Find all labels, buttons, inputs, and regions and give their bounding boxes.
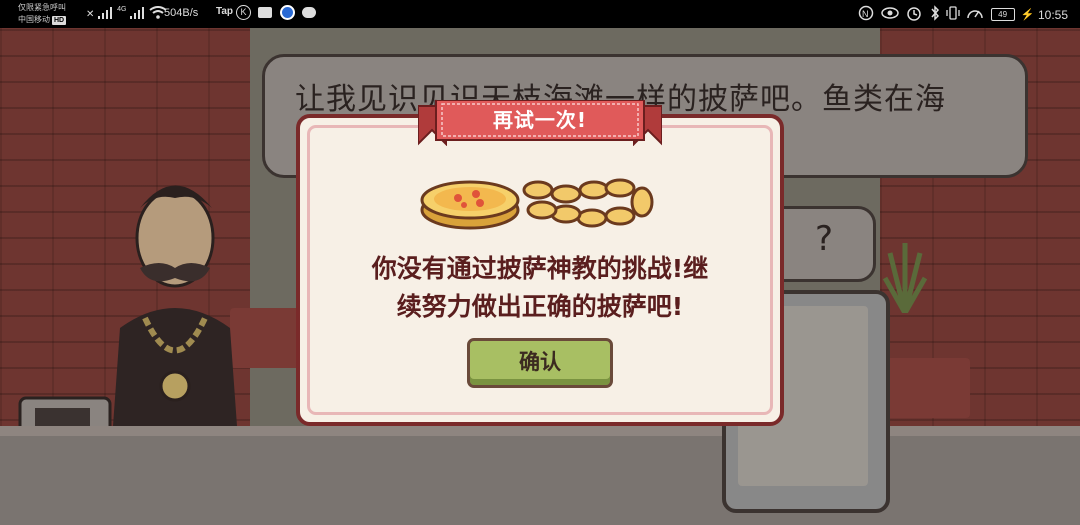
svg-text:N: N — [862, 9, 869, 19]
dialog-title: 再试一次! — [492, 108, 588, 132]
counter — [0, 436, 1080, 525]
title-ribbon: 再试一次! — [418, 100, 662, 146]
gauge-icon — [966, 5, 984, 24]
k-icon: K — [236, 5, 251, 21]
carrier-line2: 中国移动 — [18, 15, 50, 24]
signal-icon — [97, 6, 114, 22]
carrier-line1: 仅限紧急呼叫 — [18, 3, 66, 12]
dialog-message: 你没有通过披萨神教的挑战!继 续努力做出正确的披萨吧! — [330, 250, 750, 326]
bluetooth-icon — [930, 5, 940, 24]
mail-icon — [258, 7, 273, 19]
confirm-button[interactable]: 确认 — [467, 338, 613, 388]
alarm-icon — [906, 5, 922, 24]
wechat-icon — [302, 7, 317, 19]
signal-icon — [129, 6, 146, 22]
status-bar: 仅限紧急呼叫 中国移动 HD ✕ 4G 504B/s Tap K N 49 ⚡ 1… — [0, 0, 1080, 28]
dialog-message-line1: 你没有通过披萨神教的挑战!继 — [371, 254, 709, 283]
no-sim-icon: ✕ — [86, 8, 95, 20]
vibrate-icon — [946, 5, 960, 24]
battery-icon: 49 — [990, 8, 1015, 21]
coin-chain-icon — [420, 178, 654, 230]
tap-icon: Tap — [216, 6, 234, 17]
network-speed: 504B/s — [164, 7, 199, 19]
dialog-message-line2: 续努力做出正确的披萨吧! — [396, 292, 684, 321]
clock: 10:55 — [1037, 7, 1068, 22]
carrier-info: 仅限紧急呼叫 中国移动 HD — [18, 2, 88, 26]
hd-badge: HD — [52, 16, 67, 25]
nfc-icon: N — [858, 5, 874, 24]
speech-bubble-small-text: ? — [814, 219, 833, 259]
table-right — [880, 358, 970, 418]
network-type: 4G — [117, 6, 127, 13]
browser-icon — [279, 5, 295, 21]
eye-icon — [881, 7, 899, 22]
charging-icon: ⚡ — [1020, 9, 1035, 21]
